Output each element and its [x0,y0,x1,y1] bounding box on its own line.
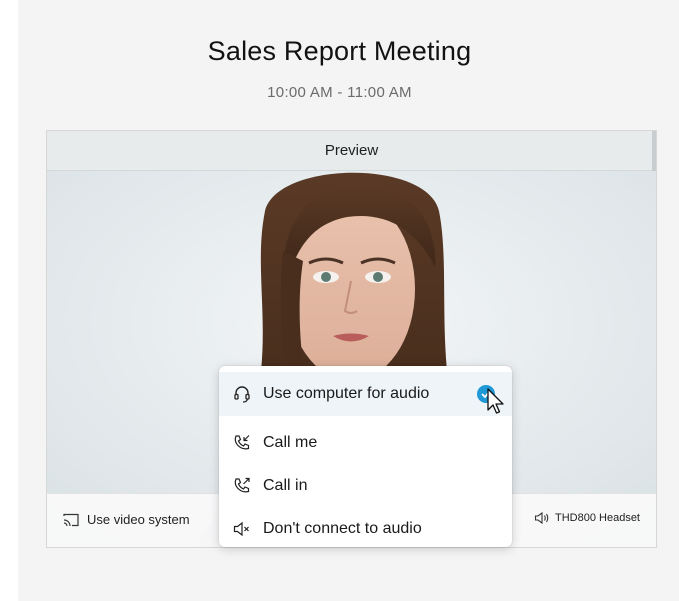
audio-device-label: THD800 Headset [555,512,640,524]
use-video-system-button[interactable]: Use video system [63,512,190,527]
mouse-pointer-icon [487,388,504,414]
meeting-time: 10:00 AM - 11:00 AM [267,84,412,101]
scrollbar[interactable] [652,131,656,171]
audio-options-menu: Use computer for audio Call me Call in D… [219,366,512,547]
audio-device-button[interactable]: THD800 Headset [534,511,640,525]
speaker-muted-icon [232,519,252,539]
menu-item-label: Don't connect to audio [263,520,422,537]
preview-header: Preview [47,131,656,171]
menu-item-use-computer-audio[interactable]: Use computer for audio [219,372,512,416]
menu-item-call-me[interactable]: Call me [219,421,512,465]
menu-item-call-in[interactable]: Call in [219,464,512,508]
headset-icon [232,384,252,404]
call-me-icon [232,433,252,453]
speaker-icon [534,511,549,525]
preview-label: Preview [324,142,379,159]
meeting-title: Sales Report Meeting [207,36,472,66]
menu-item-label: Call in [263,477,308,494]
cast-icon [63,513,79,526]
menu-item-dont-connect-audio[interactable]: Don't connect to audio [219,507,512,547]
use-video-system-label: Use video system [87,512,190,527]
menu-item-label: Use computer for audio [263,385,430,402]
call-in-icon [232,476,252,496]
menu-item-label: Call me [263,434,318,451]
